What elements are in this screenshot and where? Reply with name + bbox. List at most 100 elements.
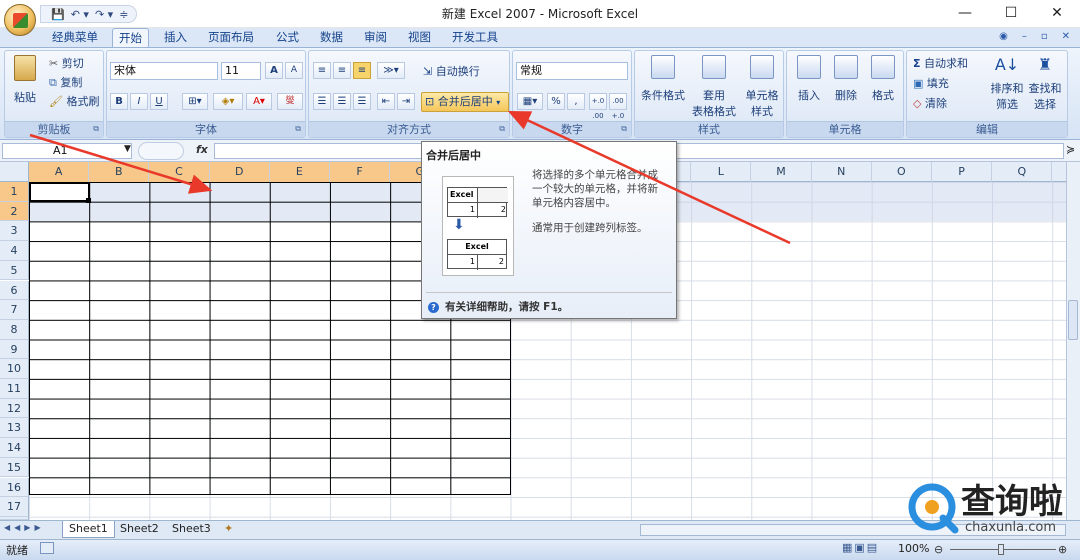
conditional-format-button[interactable]: 条件格式 — [639, 55, 687, 103]
column-header[interactable]: A — [29, 162, 90, 182]
ribbon-close-icon[interactable]: ✕ — [1062, 31, 1070, 42]
orientation-button[interactable]: ≫▾ — [377, 62, 405, 79]
sheet-tab-sheet2[interactable]: Sheet2 — [114, 521, 165, 538]
zoom-slider[interactable]: ⊖ ⊕ — [934, 543, 1074, 556]
sort-filter-button[interactable]: A↓ 排序和 筛选 — [987, 55, 1027, 112]
increase-indent-button[interactable]: ⇥ — [397, 93, 415, 110]
underline-button[interactable]: U — [150, 93, 168, 110]
row-header[interactable]: 12 — [0, 398, 29, 419]
row-header[interactable]: 15 — [0, 457, 29, 478]
row-header[interactable]: 7 — [0, 300, 29, 320]
tab-data[interactable]: 数据 — [314, 28, 349, 48]
tab-insert[interactable]: 插入 — [158, 28, 193, 48]
close-button[interactable]: ✕ — [1034, 0, 1080, 28]
decrease-indent-button[interactable]: ⇤ — [377, 93, 395, 110]
vertical-scroll-thumb[interactable] — [1068, 300, 1078, 340]
dialog-launcher-icon[interactable]: ⧉ — [499, 124, 505, 134]
row-header[interactable]: 6 — [0, 280, 29, 301]
format-as-table-button[interactable]: 套用 表格格式 — [689, 55, 739, 119]
delete-cells-button[interactable]: 删除 — [828, 55, 864, 103]
formula-bar-resize-handle[interactable] — [138, 142, 184, 160]
format-cells-button[interactable]: 格式 — [865, 55, 901, 103]
expand-formula-bar-icon[interactable]: ≽ — [1066, 143, 1075, 156]
row-header[interactable]: 13 — [0, 418, 29, 439]
column-header[interactable]: N — [812, 162, 872, 182]
align-right-button[interactable]: ☰ — [353, 93, 371, 110]
align-center-button[interactable]: ☰ — [333, 93, 351, 110]
column-header[interactable]: M — [751, 162, 812, 182]
customize-qat-icon[interactable]: ≑ — [119, 8, 128, 21]
minimize-button[interactable]: — — [942, 0, 988, 28]
tab-home[interactable]: 开始 — [112, 28, 149, 48]
column-header[interactable]: C — [149, 162, 210, 182]
percent-button[interactable]: % — [547, 93, 565, 110]
cell-styles-button[interactable]: 单元格 样式 — [741, 55, 783, 119]
tab-page-layout[interactable]: 页面布局 — [202, 28, 260, 48]
name-box-dropdown-icon[interactable]: ▼ — [124, 144, 131, 154]
row-header[interactable]: 3 — [0, 221, 29, 242]
fill-handle[interactable] — [86, 198, 91, 203]
grow-font-button[interactable]: A — [265, 62, 283, 79]
borders-button[interactable]: ⊞▾ — [182, 93, 208, 110]
cut-button[interactable]: ✂ 剪切 — [49, 55, 84, 71]
number-format-combo[interactable]: 常规 — [516, 62, 628, 80]
row-header[interactable]: 17 — [0, 497, 29, 517]
row-header[interactable]: 11 — [0, 379, 29, 399]
fill-button[interactable]: ▣ 填充 — [913, 75, 949, 91]
align-middle-button[interactable]: ≡ — [333, 62, 351, 79]
tab-review[interactable]: 审阅 — [358, 28, 393, 48]
row-header[interactable]: 5 — [0, 260, 29, 281]
align-top-button[interactable]: ≡ — [313, 62, 331, 79]
dialog-launcher-icon[interactable]: ⧉ — [621, 124, 627, 134]
align-left-button[interactable]: ☰ — [313, 93, 331, 110]
font-color-button[interactable]: A▾ — [246, 93, 272, 110]
ribbon-minimize-icon[interactable]: – — [1022, 31, 1027, 42]
row-header[interactable]: 1 — [0, 182, 29, 202]
redo-icon[interactable]: ↷ ▾ — [95, 8, 113, 21]
increase-decimal-button[interactable]: +.0 .00 — [589, 93, 607, 120]
column-header[interactable]: Q — [992, 162, 1053, 182]
active-cell[interactable] — [29, 182, 90, 202]
dialog-launcher-icon[interactable]: ⧉ — [295, 124, 301, 134]
column-header[interactable]: E — [269, 162, 330, 182]
tab-developer[interactable]: 开发工具 — [446, 28, 504, 48]
accounting-button[interactable]: ▦▾ — [517, 93, 543, 110]
row-header[interactable]: 8 — [0, 319, 29, 340]
sheet-tab-sheet1[interactable]: Sheet1 — [62, 521, 115, 538]
column-header[interactable]: L — [691, 162, 752, 182]
paste-button[interactable]: 粘贴 — [11, 55, 39, 105]
insert-sheet-icon[interactable]: ✦ — [218, 521, 239, 538]
bold-button[interactable]: B — [110, 93, 128, 110]
office-button[interactable] — [4, 4, 36, 36]
sheet-tab-sheet3[interactable]: Sheet3 — [166, 521, 217, 538]
ribbon-restore-icon[interactable]: ▫ — [1041, 31, 1048, 42]
decrease-decimal-button[interactable]: .00 +.0 — [609, 93, 627, 120]
row-header[interactable]: 2 — [0, 201, 29, 222]
align-bottom-button[interactable]: ≡ — [353, 62, 371, 79]
view-buttons[interactable]: ▦▣▤ — [842, 541, 879, 554]
find-select-button[interactable]: ♜ 查找和 选择 — [1025, 55, 1065, 112]
maximize-button[interactable]: ☐ — [988, 0, 1034, 28]
row-header[interactable]: 10 — [0, 359, 29, 379]
help-icon[interactable]: ◉ — [999, 31, 1008, 42]
fill-color-button[interactable]: ◈▾ — [213, 93, 243, 110]
row-header[interactable]: 4 — [0, 241, 29, 261]
undo-icon[interactable]: ↶ ▾ — [71, 8, 89, 21]
insert-cells-button[interactable]: 插入 — [791, 55, 827, 103]
save-icon[interactable]: 💾 — [51, 8, 65, 21]
clear-button[interactable]: ◇ 清除 — [913, 95, 947, 111]
column-header[interactable]: O — [872, 162, 932, 182]
tab-view[interactable]: 视图 — [402, 28, 437, 48]
insert-function-button[interactable]: fx — [196, 143, 208, 156]
macro-record-icon[interactable] — [40, 542, 54, 554]
row-header[interactable]: 9 — [0, 339, 29, 360]
format-painter-button[interactable]: 🖌 格式刷 — [49, 93, 99, 109]
tab-classic-menu[interactable]: 经典菜单 — [46, 28, 104, 48]
column-header[interactable]: P — [932, 162, 993, 182]
row-header[interactable]: 16 — [0, 477, 29, 498]
font-name-combo[interactable]: 宋体 — [110, 62, 218, 80]
sheet-nav-arrows-icon[interactable]: ◀◀▶▶ — [4, 523, 45, 532]
italic-button[interactable]: I — [130, 93, 148, 110]
column-header[interactable]: F — [330, 162, 391, 182]
wrap-text-button[interactable]: ⇲ 自动换行 — [423, 63, 480, 79]
